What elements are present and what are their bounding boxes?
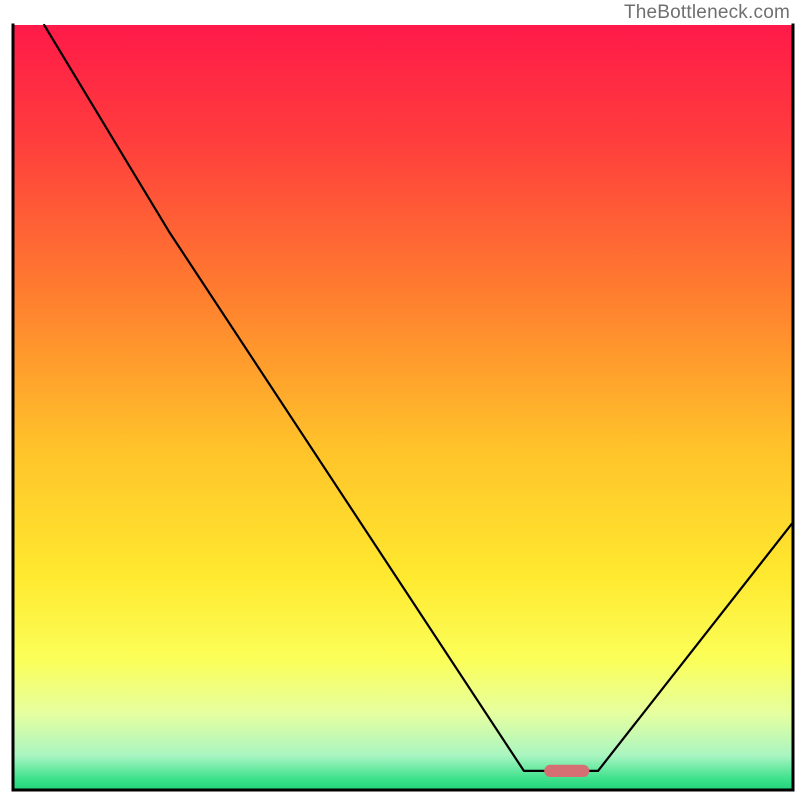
optimum-marker	[544, 765, 589, 777]
chart-svg	[0, 0, 800, 800]
watermark-text: TheBottleneck.com	[624, 2, 790, 24]
chart-container: TheBottleneck.com	[0, 0, 800, 800]
plot-background	[13, 25, 793, 790]
